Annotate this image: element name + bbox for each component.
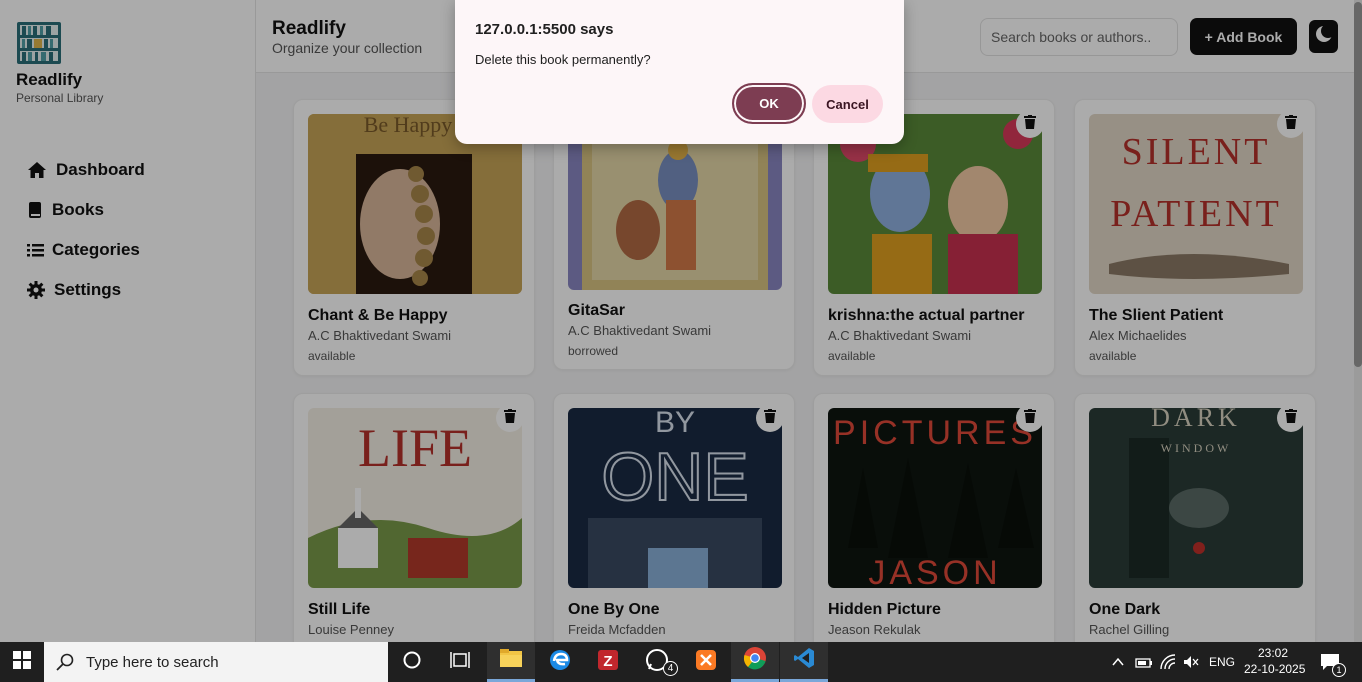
folder-icon [499, 648, 523, 673]
notification-count: 1 [1332, 663, 1346, 677]
wifi-icon[interactable] [1160, 654, 1176, 675]
search-icon [56, 653, 74, 671]
cortana-circle-icon [403, 651, 421, 674]
browser-viewport: Readlify Personal Library Dashboard Book… [0, 0, 1362, 642]
taskbar-search-box[interactable]: Type here to search [44, 642, 388, 682]
task-view-icon [450, 651, 470, 674]
vscode-icon [793, 647, 815, 674]
volume-muted-icon[interactable] [1183, 655, 1199, 674]
file-explorer-button[interactable] [487, 642, 535, 682]
filezilla-icon: Z [597, 649, 619, 676]
xampp-button[interactable] [682, 642, 730, 682]
whatsapp-badge: 4 [663, 661, 678, 676]
chrome-icon [743, 646, 767, 675]
dialog-message: Delete this book permanently? [475, 52, 651, 67]
dialog-origin: 127.0.0.1:5500 says [475, 21, 614, 38]
windows-logo-icon [13, 650, 31, 674]
edge-button[interactable] [536, 642, 584, 682]
chevron-up-icon[interactable] [1112, 655, 1124, 673]
task-view-button[interactable] [436, 642, 484, 682]
taskbar-search-placeholder: Type here to search [86, 653, 219, 671]
chrome-button[interactable] [731, 642, 779, 682]
cortana-button[interactable] [388, 642, 436, 682]
clock-date[interactable]: 22-10-2025 [1244, 662, 1305, 676]
language-indicator[interactable]: ENG [1209, 655, 1235, 669]
cancel-button[interactable]: Cancel [812, 85, 883, 123]
whatsapp-button[interactable]: 4 [633, 642, 681, 682]
filezilla-button[interactable]: Z [584, 642, 632, 682]
start-button[interactable] [0, 642, 44, 682]
ok-button[interactable]: OK [732, 83, 806, 124]
taskbar: Type here to search Z 4 ENG 23:02 22-10-… [0, 642, 1362, 682]
confirm-dialog: 127.0.0.1:5500 says Delete this book per… [455, 0, 904, 144]
svg-text:Z: Z [603, 653, 612, 670]
clock-time[interactable]: 23:02 [1258, 646, 1288, 660]
edge-icon [549, 649, 571, 676]
vscode-button[interactable] [780, 642, 828, 682]
xampp-icon [695, 649, 717, 676]
battery-icon[interactable] [1135, 656, 1153, 674]
